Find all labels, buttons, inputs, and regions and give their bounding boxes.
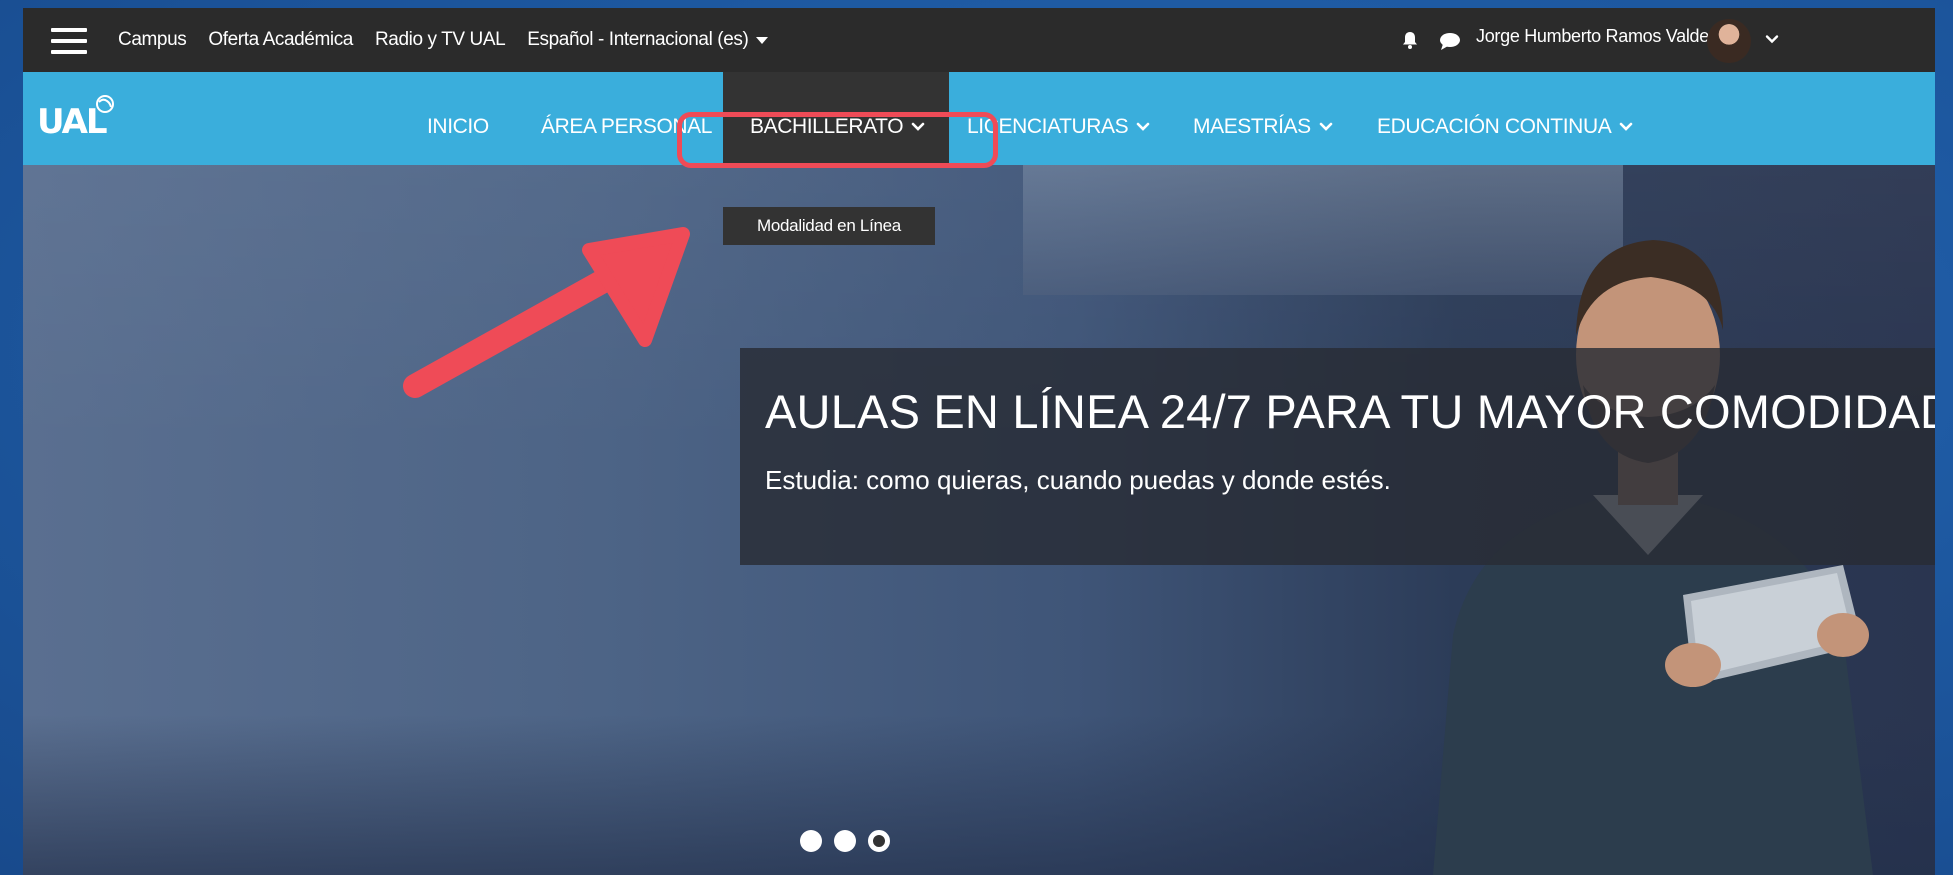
nav-item-inicio[interactable]: INICIO bbox=[427, 72, 489, 165]
menu-icon[interactable] bbox=[51, 28, 87, 54]
chevron-down-icon bbox=[1136, 122, 1150, 131]
avatar[interactable] bbox=[1707, 19, 1751, 63]
user-area: Jorge Humberto Ramos Valdez bbox=[1195, 8, 1935, 72]
top-links: Campus Oferta Académica Radio y TV UAL E… bbox=[118, 8, 769, 72]
slide-indicator-2[interactable] bbox=[834, 830, 856, 852]
chat-icon[interactable] bbox=[1438, 31, 1462, 51]
campus-link[interactable]: Campus bbox=[118, 29, 187, 51]
radio-tv-link[interactable]: Radio y TV UAL bbox=[375, 29, 506, 51]
slide-indicator-1[interactable] bbox=[800, 830, 822, 852]
top-bar: Campus Oferta Académica Radio y TV UAL E… bbox=[23, 8, 1935, 72]
slide-caption: AULAS EN LÍNEA 24/7 PARA TU MAYOR COMODI… bbox=[740, 348, 1935, 565]
slider-indicators bbox=[800, 830, 890, 852]
annotation-arrow-icon bbox=[403, 227, 690, 398]
browser-screenshot: Campus Oferta Académica Radio y TV UAL E… bbox=[23, 8, 1935, 875]
oferta-academica-link[interactable]: Oferta Académica bbox=[208, 29, 353, 51]
dropdown-item-label: Modalidad en Línea bbox=[757, 216, 901, 235]
chevron-down-icon bbox=[1620, 122, 1633, 131]
user-name[interactable]: Jorge Humberto Ramos Valdez bbox=[1476, 26, 1718, 47]
nav-label: INICIO bbox=[427, 114, 489, 138]
nav-label: EDUCACIÓN CONTINUA bbox=[1377, 114, 1612, 138]
dropdown-item-modalidad-en-linea[interactable]: Modalidad en Línea bbox=[723, 207, 935, 245]
caret-down-icon bbox=[756, 36, 769, 44]
slide-indicator-3[interactable] bbox=[868, 830, 890, 852]
nav-label: MAESTRÍAS bbox=[1193, 114, 1311, 138]
chevron-down-icon bbox=[1319, 122, 1333, 131]
hero-slider: AULAS EN LÍNEA 24/7 PARA TU MAYOR COMODI… bbox=[23, 165, 1935, 875]
slide-title: AULAS EN LÍNEA 24/7 PARA TU MAYOR COMODI… bbox=[765, 385, 1935, 438]
chevron-down-icon[interactable] bbox=[1765, 32, 1779, 46]
nav-item-maestrias[interactable]: MAESTRÍAS bbox=[1193, 72, 1333, 165]
annotation-highlight-box bbox=[677, 112, 998, 168]
bell-icon[interactable] bbox=[1400, 30, 1420, 50]
language-selector[interactable]: Español - Internacional (es) bbox=[527, 29, 769, 51]
language-label: Español - Internacional (es) bbox=[527, 29, 749, 50]
nav-item-educacion-continua[interactable]: EDUCACIÓN CONTINUA bbox=[1377, 72, 1633, 165]
slide-subtitle: Estudia: como quieras, cuando puedas y d… bbox=[765, 465, 1391, 495]
